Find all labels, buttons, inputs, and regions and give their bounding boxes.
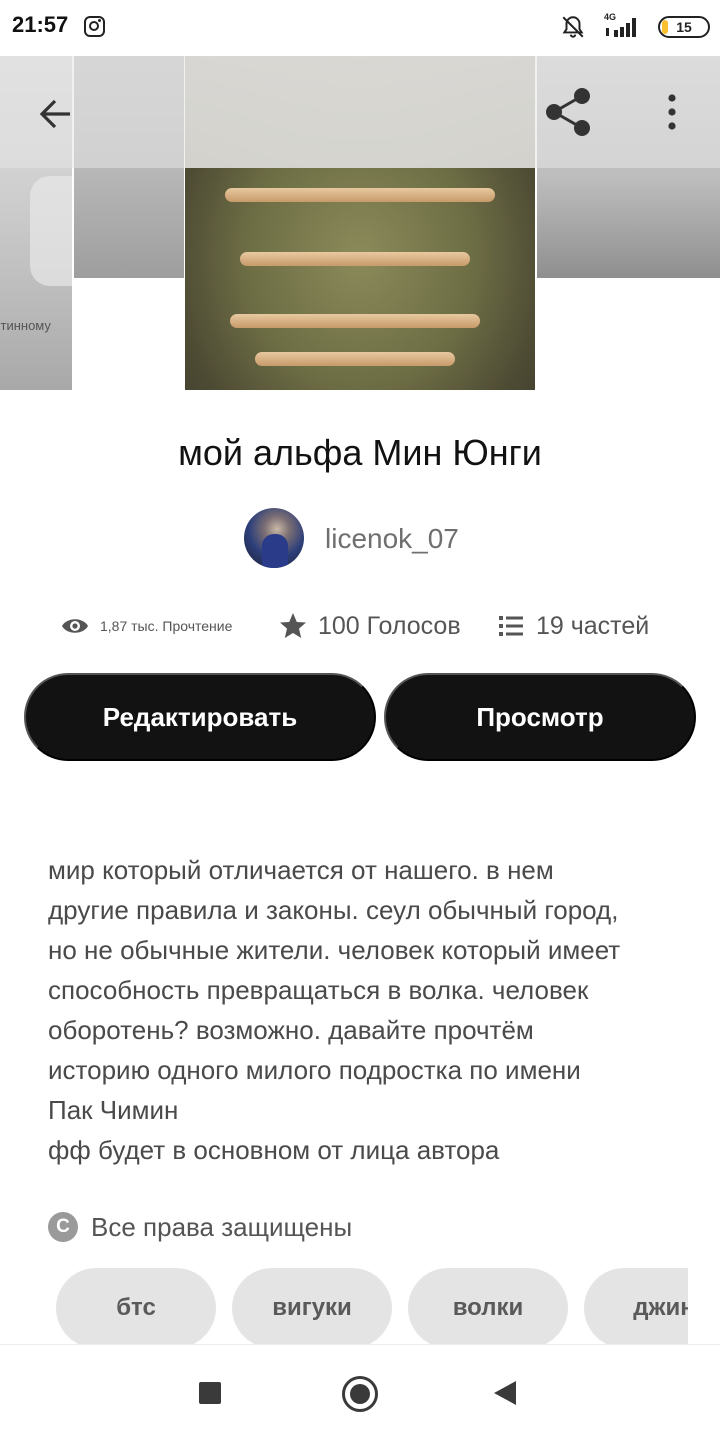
status-bar: 21:57 4G 15 xyxy=(0,0,720,56)
network-label: 4G xyxy=(604,12,617,22)
system-nav-bar xyxy=(0,1344,720,1440)
recents-button[interactable] xyxy=(199,1382,221,1404)
status-time: 21:57 xyxy=(12,12,69,37)
signal-icon: 4G xyxy=(600,12,642,40)
copyright-row: C Все права защищены xyxy=(48,1209,352,1245)
edit-button[interactable]: Редактировать xyxy=(24,673,376,761)
back-button[interactable] xyxy=(34,92,78,136)
more-options-button[interactable] xyxy=(656,90,688,134)
copyright-icon: C xyxy=(48,1212,78,1242)
share-icon xyxy=(546,88,590,136)
home-button[interactable] xyxy=(342,1376,378,1412)
votes-stat: 100 Голосов xyxy=(278,606,461,646)
arrow-left-icon xyxy=(39,99,70,129)
parts-count: 19 частей xyxy=(536,611,650,640)
parts-stat[interactable]: 19 частей xyxy=(496,606,649,646)
reads-stat: 1,87 тыс. Прочтение xyxy=(60,606,232,646)
story-description: мир который отличается от нашего. в нем … xyxy=(48,855,621,1165)
more-vertical-icon xyxy=(668,94,676,130)
tag-chip[interactable]: вигуки xyxy=(232,1268,392,1348)
eye-icon xyxy=(62,619,88,633)
battery-text: 15 xyxy=(676,19,692,35)
list-icon xyxy=(499,616,523,636)
tag-chip[interactable]: джин xyxy=(584,1268,688,1348)
view-button[interactable]: Просмотр xyxy=(384,673,696,761)
tag-chip[interactable]: волки xyxy=(408,1268,568,1348)
system-back-button[interactable] xyxy=(494,1381,516,1405)
copyright-text: Все права защищены xyxy=(91,1211,353,1242)
author-avatar[interactable] xyxy=(244,508,304,568)
votes-count: 100 Голосов xyxy=(318,611,461,640)
story-title: мой альфа Мин Юнги xyxy=(178,432,542,473)
reads-count: 1,87 тыс. Прочтение xyxy=(100,618,233,634)
battery-icon: 15 xyxy=(658,16,710,38)
instagram-icon xyxy=(84,16,105,37)
author-name[interactable]: licenok_07 xyxy=(325,523,459,555)
status-icons: 4G 15 xyxy=(510,12,710,42)
star-icon xyxy=(280,613,306,638)
cover-left-text: стинному xyxy=(0,318,51,333)
story-stats: 1,87 тыс. Прочтение 100 Голосов 19 часте… xyxy=(0,606,720,646)
toolbar-overlay xyxy=(0,56,720,168)
tag-list[interactable]: бтс вигуки волки джин xyxy=(0,1268,688,1348)
share-button[interactable] xyxy=(542,86,594,138)
cover-carousel[interactable]: стинному xyxy=(0,56,720,390)
bell-off-icon xyxy=(562,16,584,38)
tag-chip[interactable]: бтс xyxy=(56,1268,216,1348)
